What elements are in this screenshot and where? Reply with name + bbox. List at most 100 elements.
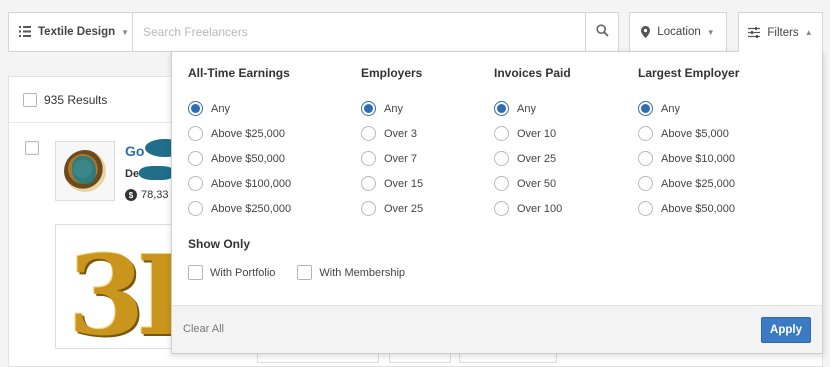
- checkbox-label: With Portfolio: [210, 266, 276, 279]
- filter-option[interactable]: Above $50,000: [188, 146, 291, 171]
- filter-option[interactable]: Over 25: [494, 146, 571, 171]
- option-label: Over 7: [384, 152, 418, 165]
- chevron-down-icon: ▼: [706, 27, 715, 37]
- filter-heading: All-Time Earnings: [188, 66, 290, 80]
- filter-column-largest-employer: Largest Employer Any Above $5,000 Above …: [638, 66, 739, 221]
- filter-heading: Employers: [361, 66, 423, 80]
- radio[interactable]: [361, 176, 376, 191]
- option-label: Over 25: [517, 152, 557, 165]
- filter-option[interactable]: Any: [188, 96, 291, 121]
- filters-toggle[interactable]: Filters ▲: [738, 12, 823, 52]
- location-dropdown[interactable]: Location ▼: [629, 12, 727, 52]
- category-dropdown[interactable]: Textile Design ▼: [8, 12, 132, 52]
- location-pin-icon: [641, 26, 651, 38]
- redaction-mark: [139, 166, 175, 180]
- filter-option[interactable]: Over 10: [494, 121, 571, 146]
- radio[interactable]: [361, 151, 376, 166]
- filter-option[interactable]: Over 15: [361, 171, 423, 196]
- filters-label: Filters: [767, 26, 799, 39]
- radio-selected[interactable]: [494, 101, 509, 116]
- radio[interactable]: [638, 151, 653, 166]
- filter-option[interactable]: Above $5,000: [638, 121, 739, 146]
- page: Textile Design ▼ Location ▼ Filters ▲ 93…: [0, 0, 830, 367]
- filter-option[interactable]: Over 25: [361, 196, 423, 221]
- filter-column-employers: Employers Any Over 3 Over 7 Over 15 Over…: [361, 66, 423, 221]
- radio[interactable]: [361, 201, 376, 216]
- filters-footer: Clear All Apply: [172, 305, 822, 353]
- filter-option[interactable]: Above $10,000: [638, 146, 739, 171]
- freelancer-earnings: $ 78,33: [125, 189, 169, 201]
- option-label: Above $50,000: [661, 202, 736, 215]
- clear-all-link[interactable]: Clear All: [183, 323, 224, 335]
- chevron-up-icon: ▲: [804, 28, 813, 37]
- with-membership-checkbox[interactable]: With Membership: [297, 265, 405, 280]
- freelancer-title: De: [125, 168, 140, 180]
- radio[interactable]: [494, 126, 509, 141]
- option-label: Above $10,000: [661, 152, 736, 165]
- radio[interactable]: [188, 201, 203, 216]
- filter-option[interactable]: Any: [638, 96, 739, 121]
- filter-option[interactable]: Over 100: [494, 196, 571, 221]
- option-label: Over 50: [517, 177, 557, 190]
- option-label: Any: [517, 102, 536, 115]
- option-label: Over 3: [384, 127, 418, 140]
- filter-option[interactable]: Above $25,000: [638, 171, 739, 196]
- category-label: Textile Design: [38, 26, 116, 38]
- radio[interactable]: [494, 151, 509, 166]
- radio[interactable]: [494, 176, 509, 191]
- filter-option[interactable]: Above $25,000: [188, 121, 291, 146]
- show-only-heading: Show Only: [188, 237, 251, 251]
- radio-selected[interactable]: [188, 101, 203, 116]
- option-label: Any: [661, 102, 680, 115]
- radio[interactable]: [638, 201, 653, 216]
- sliders-icon: [748, 27, 761, 38]
- option-label: Over 25: [384, 202, 424, 215]
- with-portfolio-checkbox[interactable]: With Portfolio: [188, 265, 275, 280]
- filters-panel: All-Time Earnings Any Above $25,000 Abov…: [171, 51, 823, 354]
- apply-button[interactable]: Apply: [761, 317, 811, 343]
- radio-selected[interactable]: [361, 101, 376, 116]
- radio-selected[interactable]: [638, 101, 653, 116]
- option-label: Above $5,000: [661, 127, 729, 140]
- search-field[interactable]: [132, 12, 586, 52]
- select-all-checkbox[interactable]: [23, 92, 37, 107]
- radio[interactable]: [188, 176, 203, 191]
- portfolio-thumbnail[interactable]: 3D: [55, 224, 177, 349]
- search-button[interactable]: [586, 12, 619, 52]
- option-label: Over 10: [517, 127, 557, 140]
- radio[interactable]: [188, 151, 203, 166]
- result-row-checkbox[interactable]: [25, 141, 39, 155]
- radio[interactable]: [494, 201, 509, 216]
- radio[interactable]: [638, 176, 653, 191]
- search-input[interactable]: [143, 25, 585, 39]
- chevron-down-icon: ▼: [121, 27, 130, 37]
- filter-option[interactable]: Above $100,000: [188, 171, 291, 196]
- radio[interactable]: [188, 126, 203, 141]
- dollar-icon: $: [125, 189, 137, 201]
- option-label: Any: [384, 102, 403, 115]
- option-label: Any: [211, 102, 230, 115]
- avatar[interactable]: [55, 141, 115, 201]
- filter-option[interactable]: Any: [361, 96, 423, 121]
- radio[interactable]: [361, 126, 376, 141]
- filter-option[interactable]: Over 7: [361, 146, 423, 171]
- radio[interactable]: [638, 126, 653, 141]
- option-label: Above $50,000: [211, 152, 286, 165]
- search-icon: [595, 24, 609, 40]
- portfolio-image: 3D: [68, 231, 176, 349]
- freelancer-name[interactable]: Go: [125, 143, 144, 159]
- filter-option[interactable]: Above $50,000: [638, 196, 739, 221]
- filter-option[interactable]: Over 3: [361, 121, 423, 146]
- filter-heading: Largest Employer: [638, 66, 740, 80]
- list-icon: [19, 25, 31, 40]
- checkbox[interactable]: [188, 265, 203, 280]
- filter-option[interactable]: Above $250,000: [188, 196, 291, 221]
- checkbox[interactable]: [297, 265, 313, 280]
- option-label: Over 100: [517, 202, 563, 215]
- option-label: Above $25,000: [211, 127, 286, 140]
- results-count: 935 Results: [44, 92, 108, 107]
- earnings-value: 78,33: [141, 189, 169, 201]
- filter-option[interactable]: Over 50: [494, 171, 571, 196]
- option-label: Above $25,000: [661, 177, 736, 190]
- filter-option[interactable]: Any: [494, 96, 571, 121]
